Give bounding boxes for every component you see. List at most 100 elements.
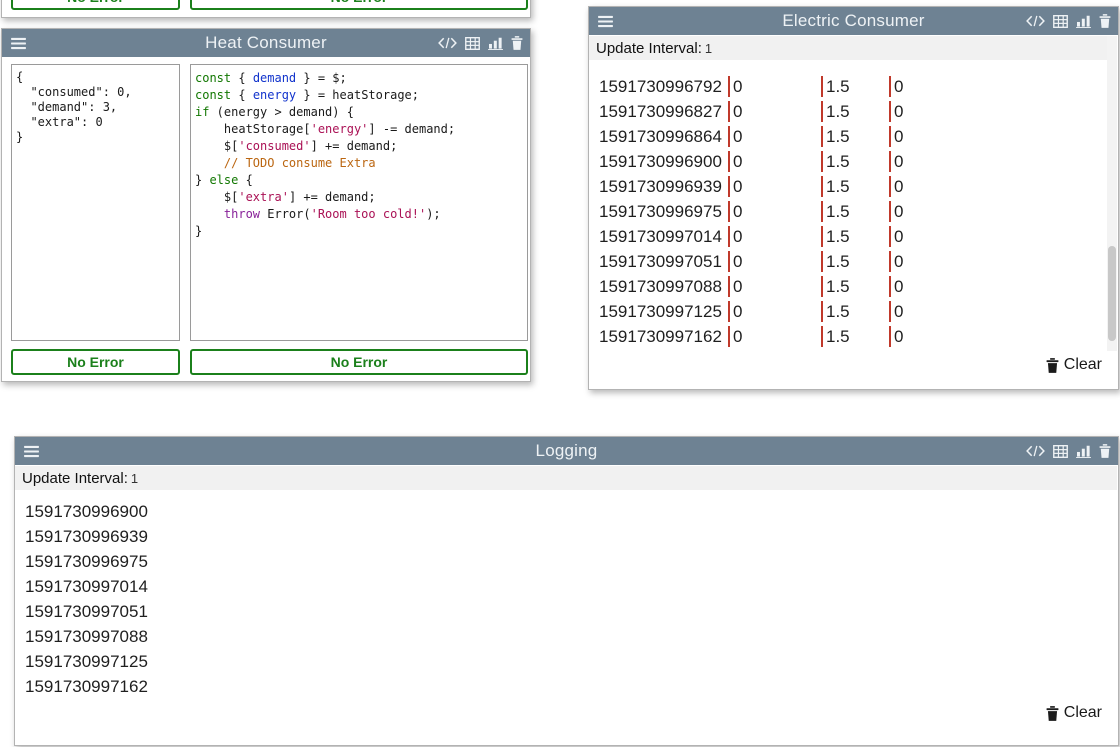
trash-icon [1046,358,1059,373]
electric-consumer-widget: Electric Consumer Update Interval: 1 159… [588,6,1119,390]
table-cell: 0 [728,301,821,322]
no-error-button[interactable]: No Error [11,349,180,375]
json-line: } [16,130,175,145]
table-cell: 1591730997162 [589,327,728,347]
data-table: 159173099679201.50159173099682701.501591… [589,74,1108,349]
table-cell: 0 [889,151,1108,172]
state-json-view: { "consumed": 0, "demand": 3, "extra": 0… [11,64,180,341]
header-toolbar [1026,14,1111,28]
log-entry: 1591730997088 [25,624,148,649]
table-cell: 1591730997125 [589,302,728,322]
code-icon[interactable] [1026,15,1045,27]
table-cell: 1591730996792 [589,77,728,97]
table-row: 159173099708801.50 [589,274,1108,299]
table-row: 159173099712501.50 [589,299,1108,324]
table-row: 159173099697501.50 [589,199,1108,224]
table-cell: 0 [728,226,821,247]
table-icon[interactable] [1053,15,1068,28]
widget-header: Heat Consumer [2,29,530,57]
table-cell: 1.5 [821,76,889,97]
table-cell: 1.5 [821,101,889,122]
log-entry: 1591730997014 [25,574,148,599]
table-cell: 0 [728,326,821,347]
json-line: { [16,70,175,85]
log-entry: 1591730996975 [25,549,148,574]
code-line: $['consumed'] += demand; [195,138,523,155]
clear-label: Clear [1064,356,1102,374]
log-entry: 1591730997162 [25,674,148,699]
no-error-button[interactable]: No Error [190,0,528,10]
table-row: 159173099705101.50 [589,249,1108,274]
heat-consumer-widget: Heat Consumer { "consumed": 0, "demand":… [1,28,531,382]
table-cell: 0 [889,326,1108,347]
trash-icon [1046,706,1059,721]
clear-button[interactable]: Clear [1046,356,1102,374]
table-row: 159173099693901.50 [589,174,1108,199]
clear-label: Clear [1064,704,1102,722]
table-cell: 1591730996864 [589,127,728,147]
code-icon[interactable] [1026,445,1045,457]
json-line: "extra": 0 [16,115,175,130]
update-interval-input[interactable]: 1 [131,471,1117,486]
table-cell: 0 [889,251,1108,272]
table-cell: 0 [728,126,821,147]
table-cell: 1.5 [821,176,889,197]
table-cell: 1591730996827 [589,102,728,122]
chart-icon[interactable] [1076,445,1091,458]
table-cell: 1.5 [821,326,889,347]
table-icon[interactable] [465,37,480,50]
table-cell: 0 [889,76,1108,97]
menu-icon[interactable] [11,37,26,50]
log-entry: 1591730996939 [25,524,148,549]
table-cell: 0 [728,101,821,122]
update-interval-input[interactable]: 1 [705,41,1117,56]
table-row: 159173099690001.50 [589,149,1108,174]
code-line: // TODO consume Extra [195,155,523,172]
no-error-button[interactable]: No Error [190,349,528,375]
scrollbar-track[interactable] [1107,36,1117,351]
chart-icon[interactable] [488,37,503,50]
chart-icon[interactable] [1076,15,1091,28]
update-interval-row: Update Interval: 1 [15,466,1117,490]
table-cell: 0 [889,301,1108,322]
widget-header: Electric Consumer [589,7,1118,35]
table-cell: 0 [889,226,1108,247]
no-error-button[interactable]: No Error [11,0,180,10]
table-cell: 0 [728,251,821,272]
code-line: heatStorage['energy'] -= demand; [195,121,523,138]
table-icon[interactable] [1053,445,1068,458]
log-entry: 1591730997051 [25,599,148,624]
json-line: "demand": 3, [16,100,175,115]
json-line: "consumed": 0, [16,85,175,100]
table-cell: 1591730996900 [589,152,728,172]
code-icon[interactable] [438,37,457,49]
table-cell: 1591730997088 [589,277,728,297]
code-editor[interactable]: const { demand } = $;const { energy } = … [190,64,528,341]
trash-icon[interactable] [1099,14,1111,28]
table-cell: 0 [889,201,1108,222]
table-cell: 1591730996939 [589,177,728,197]
partial-widget: No Error No Error [1,0,531,18]
log-list: 1591730996900159173099693915917309969751… [25,499,148,699]
code-line: throw Error('Room too cold!'); [195,206,523,223]
clear-button[interactable]: Clear [1046,704,1102,722]
table-cell: 0 [889,176,1108,197]
scrollbar-thumb[interactable] [1108,246,1116,341]
table-cell: 1.5 [821,226,889,247]
trash-icon[interactable] [511,36,523,50]
table-row: 159173099686401.50 [589,124,1108,149]
trash-icon[interactable] [1099,444,1111,458]
table-cell: 1.5 [821,126,889,147]
table-cell: 0 [728,76,821,97]
table-row: 159173099679201.50 [589,74,1108,99]
table-cell: 0 [728,276,821,297]
update-interval-label: Update Interval: [22,470,128,487]
table-cell: 1591730997051 [589,252,728,272]
menu-icon[interactable] [598,15,613,28]
menu-icon[interactable] [24,445,39,458]
table-cell: 0 [889,101,1108,122]
table-cell: 0 [728,176,821,197]
code-line: } else { [195,172,523,189]
update-interval-label: Update Interval: [596,40,702,57]
table-cell: 1.5 [821,251,889,272]
